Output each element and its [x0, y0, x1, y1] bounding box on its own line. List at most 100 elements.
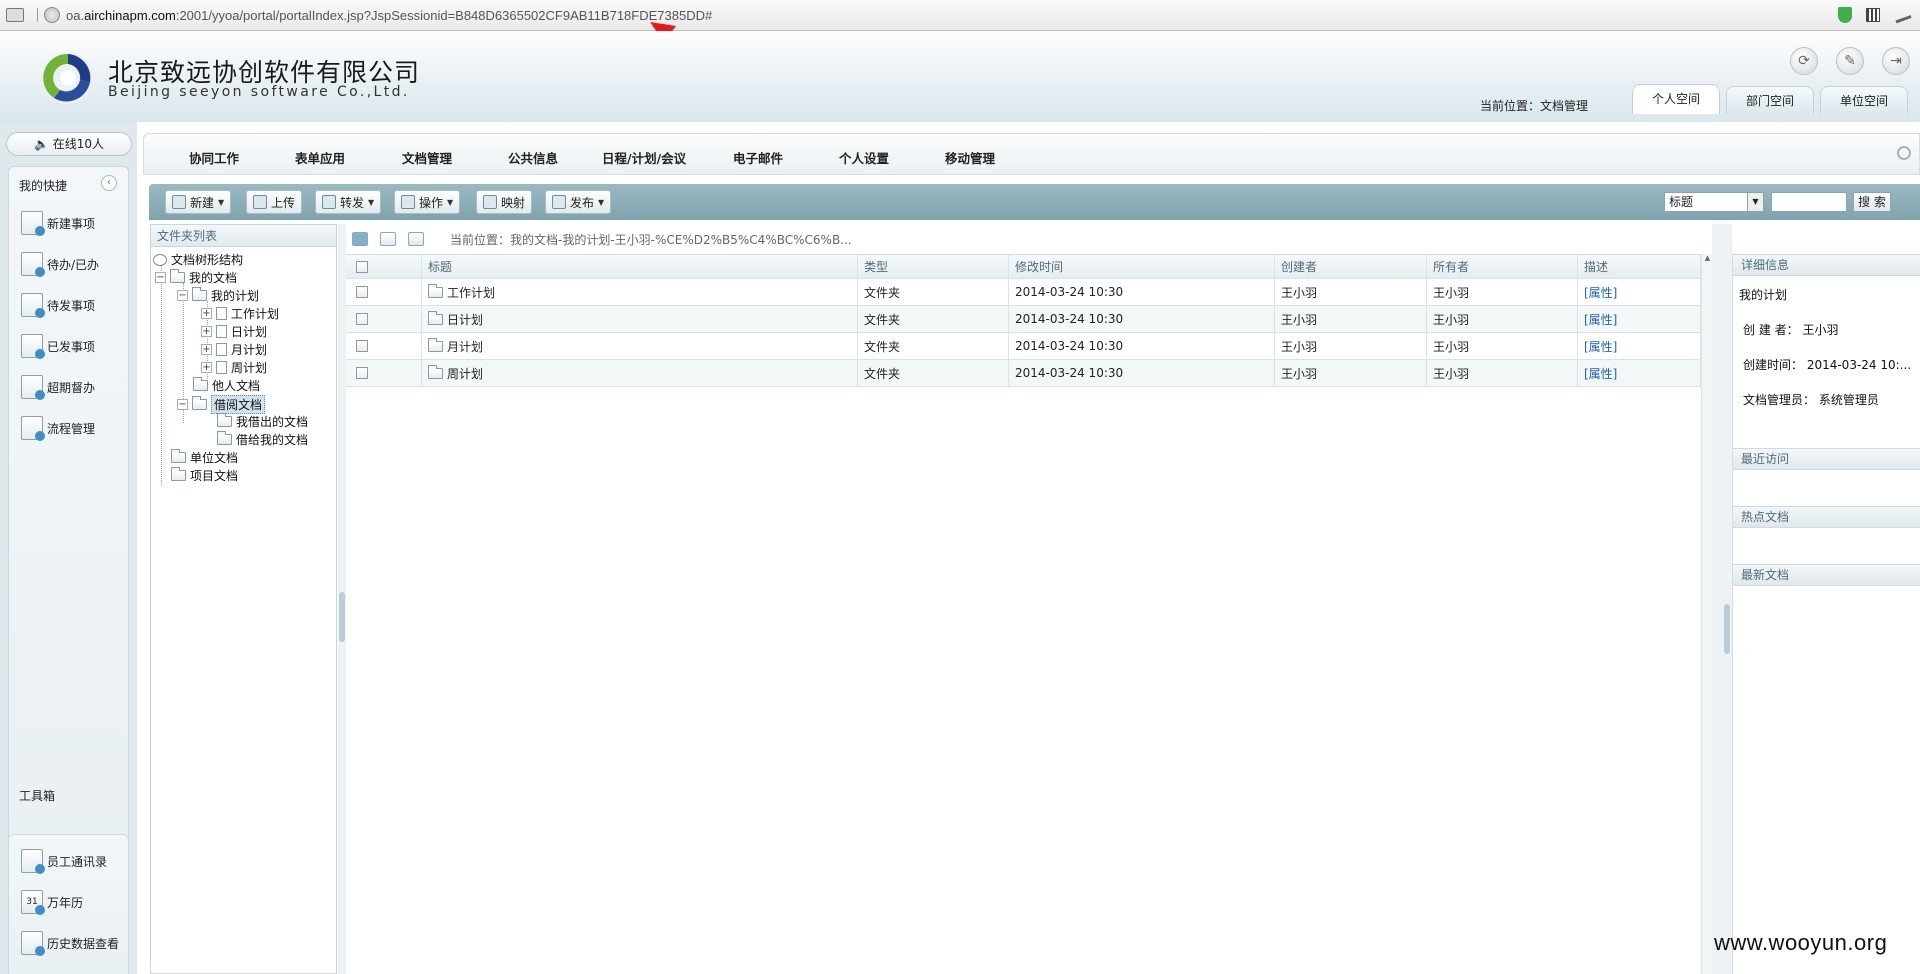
creator-cell: 王小羽 — [1275, 306, 1427, 332]
quick-item-overdue[interactable]: 超期督办 — [21, 375, 95, 400]
left-splitter[interactable] — [338, 224, 346, 974]
toolbox-item-calendar[interactable]: 31 万年历 — [21, 890, 83, 915]
properties-link[interactable]: [属性] — [1578, 333, 1701, 359]
newest-docs-title[interactable]: 最新文档 — [1733, 564, 1920, 586]
quick-item-new[interactable]: 新建事项 — [21, 211, 95, 236]
gear-icon[interactable] — [1897, 146, 1911, 160]
collapse-icon[interactable]: − — [177, 290, 188, 301]
hot-docs-title[interactable]: 热点文档 — [1733, 506, 1920, 528]
separator — [30, 8, 38, 22]
shield-icon[interactable] — [1838, 7, 1852, 23]
expand-icon[interactable]: + — [201, 344, 212, 355]
chevron-down-icon[interactable]: ▼ — [1747, 193, 1763, 211]
tree-node-borrowed-docs[interactable]: − 借阅文档 — [177, 395, 266, 414]
tree-node-others-docs[interactable]: 他人文档 — [193, 377, 260, 394]
new-button[interactable]: 新建 ▼ — [165, 190, 232, 214]
tree-node-day-plan[interactable]: + 日计划 — [201, 323, 267, 340]
collapse-icon[interactable]: ‹ — [101, 175, 117, 191]
online-users-button[interactable]: 🔈 在线10人 — [6, 132, 132, 156]
browser-address-bar: oa.airchinapm.com:2001/yyoa/portal/porta… — [0, 0, 1920, 31]
logout-icon[interactable]: ⇥ — [1882, 47, 1910, 75]
back-icon[interactable] — [352, 232, 368, 246]
column-header-modified[interactable]: 修改时间 — [1009, 255, 1275, 278]
tab-personal-space[interactable]: 个人空间 — [1632, 84, 1720, 114]
expand-icon[interactable]: + — [201, 362, 212, 373]
tools-icon[interactable]: ✎ — [1836, 47, 1864, 75]
row-checkbox[interactable] — [356, 313, 368, 325]
tree-root[interactable]: 文档树形结构 — [153, 251, 243, 268]
tree-node-lent-out[interactable]: 我借出的文档 — [217, 413, 308, 430]
operate-button[interactable]: 操作 ▼ — [394, 190, 461, 214]
menu-form-apps[interactable]: 表单应用 — [295, 148, 345, 167]
menu-email[interactable]: 电子邮件 — [733, 148, 783, 167]
table-row[interactable]: 月计划 文件夹 2014-03-24 10:30 王小羽 王小羽 [属性] — [346, 333, 1701, 360]
table-row[interactable]: 周计划 文件夹 2014-03-24 10:30 王小羽 王小羽 [属性] — [346, 360, 1701, 387]
search-input[interactable] — [1771, 192, 1847, 212]
menu-documents[interactable]: 文档管理 — [402, 148, 452, 167]
tree-node-my-plans[interactable]: − 我的计划 — [177, 287, 259, 304]
column-header-type[interactable]: 类型 — [858, 255, 1009, 278]
menu-collaboration[interactable]: 协同工作 — [189, 148, 239, 167]
upload-button[interactable]: 上传 — [246, 190, 303, 214]
select-all-checkbox[interactable] — [356, 260, 368, 273]
tree-node-unit-docs[interactable]: 单位文档 — [171, 449, 238, 466]
menu-mobile[interactable]: 移动管理 — [945, 148, 995, 167]
splitter-handle[interactable] — [339, 592, 345, 642]
map-button[interactable]: 映射 — [476, 190, 533, 214]
collapse-icon[interactable]: − — [177, 399, 188, 410]
properties-link[interactable]: [属性] — [1578, 360, 1701, 386]
properties-link[interactable]: [属性] — [1578, 306, 1701, 332]
row-checkbox[interactable] — [356, 340, 368, 352]
splitter-handle[interactable] — [1724, 604, 1730, 654]
column-header-owner[interactable]: 所有者 — [1427, 255, 1578, 278]
expand-icon[interactable]: + — [201, 326, 212, 337]
column-header-creator[interactable]: 创建者 — [1275, 255, 1427, 278]
tab-department-space[interactable]: 部门空间 — [1726, 86, 1814, 114]
quick-item-sent[interactable]: 已发事项 — [21, 334, 96, 359]
tree-node-work-plan[interactable]: + 工作计划 — [201, 305, 279, 322]
publish-button[interactable]: 发布 ▼ — [545, 190, 612, 214]
toolbox-item-directory[interactable]: 员工通讯录 — [21, 849, 107, 874]
tab-unit-space[interactable]: 单位空间 — [1820, 86, 1908, 114]
table-row[interactable]: 工作计划 文件夹 2014-03-24 10:30 王小羽 王小羽 [属性] — [346, 279, 1701, 306]
tree-label: 我的文档 — [189, 271, 238, 285]
search-button[interactable]: 搜 索 — [1853, 192, 1891, 212]
title-cell[interactable]: 月计划 — [422, 333, 858, 359]
table-row[interactable]: 日计划 文件夹 2014-03-24 10:30 王小羽 王小羽 [属性] — [346, 306, 1701, 333]
tree-node-my-docs[interactable]: − 我的文档 — [155, 269, 237, 286]
row-checkbox[interactable] — [356, 367, 368, 379]
qr-code-icon[interactable] — [1866, 8, 1880, 22]
forward-icon[interactable] — [380, 232, 396, 246]
title-cell[interactable]: 周计划 — [422, 360, 858, 386]
refresh-icon[interactable]: ⟳ — [1790, 47, 1818, 75]
properties-link[interactable]: [属性] — [1578, 279, 1701, 305]
quick-item-label: 已发事项 — [47, 339, 96, 354]
up-folder-icon[interactable] — [408, 232, 424, 246]
row-checkbox[interactable] — [356, 286, 368, 298]
menu-personal-settings[interactable]: 个人设置 — [839, 148, 889, 167]
collapse-icon[interactable]: − — [155, 272, 166, 283]
tree-node-week-plan[interactable]: + 周计划 — [201, 359, 267, 376]
search-field-select[interactable]: 标题 ▼ — [1664, 192, 1764, 212]
tree-node-lent-to-me[interactable]: 借给我的文档 — [217, 431, 308, 448]
quick-item-to-send[interactable]: 待发事项 — [21, 293, 95, 318]
tool-icon[interactable] — [1892, 6, 1912, 24]
toolbox-item-history[interactable]: 历史数据查看 — [21, 931, 119, 956]
menu-public-info[interactable]: 公共信息 — [508, 148, 558, 167]
column-header-title[interactable]: 标题 — [422, 255, 858, 278]
title-cell[interactable]: 工作计划 — [422, 279, 858, 305]
quick-item-pending[interactable]: 待办/已办 — [21, 252, 99, 277]
tree-node-project-docs[interactable]: 项目文档 — [171, 467, 238, 484]
folder-icon[interactable] — [6, 8, 24, 22]
tree-node-month-plan[interactable]: + 月计划 — [201, 341, 267, 358]
recent-access-title[interactable]: 最近访问 — [1733, 448, 1920, 470]
quick-item-workflow[interactable]: 流程管理 — [21, 416, 95, 441]
title-cell[interactable]: 日计划 — [422, 306, 858, 332]
url-text[interactable]: oa.airchinapm.com:2001/yyoa/portal/porta… — [66, 8, 712, 23]
menu-schedule[interactable]: 日程/计划/会议 — [602, 148, 686, 167]
list-scrollbar[interactable]: ▲ — [1701, 254, 1712, 974]
forward-button[interactable]: 转发 ▼ — [315, 190, 382, 214]
expand-icon[interactable]: + — [201, 308, 212, 319]
column-header-description[interactable]: 描述 — [1578, 255, 1701, 278]
right-splitter[interactable] — [1712, 224, 1732, 974]
